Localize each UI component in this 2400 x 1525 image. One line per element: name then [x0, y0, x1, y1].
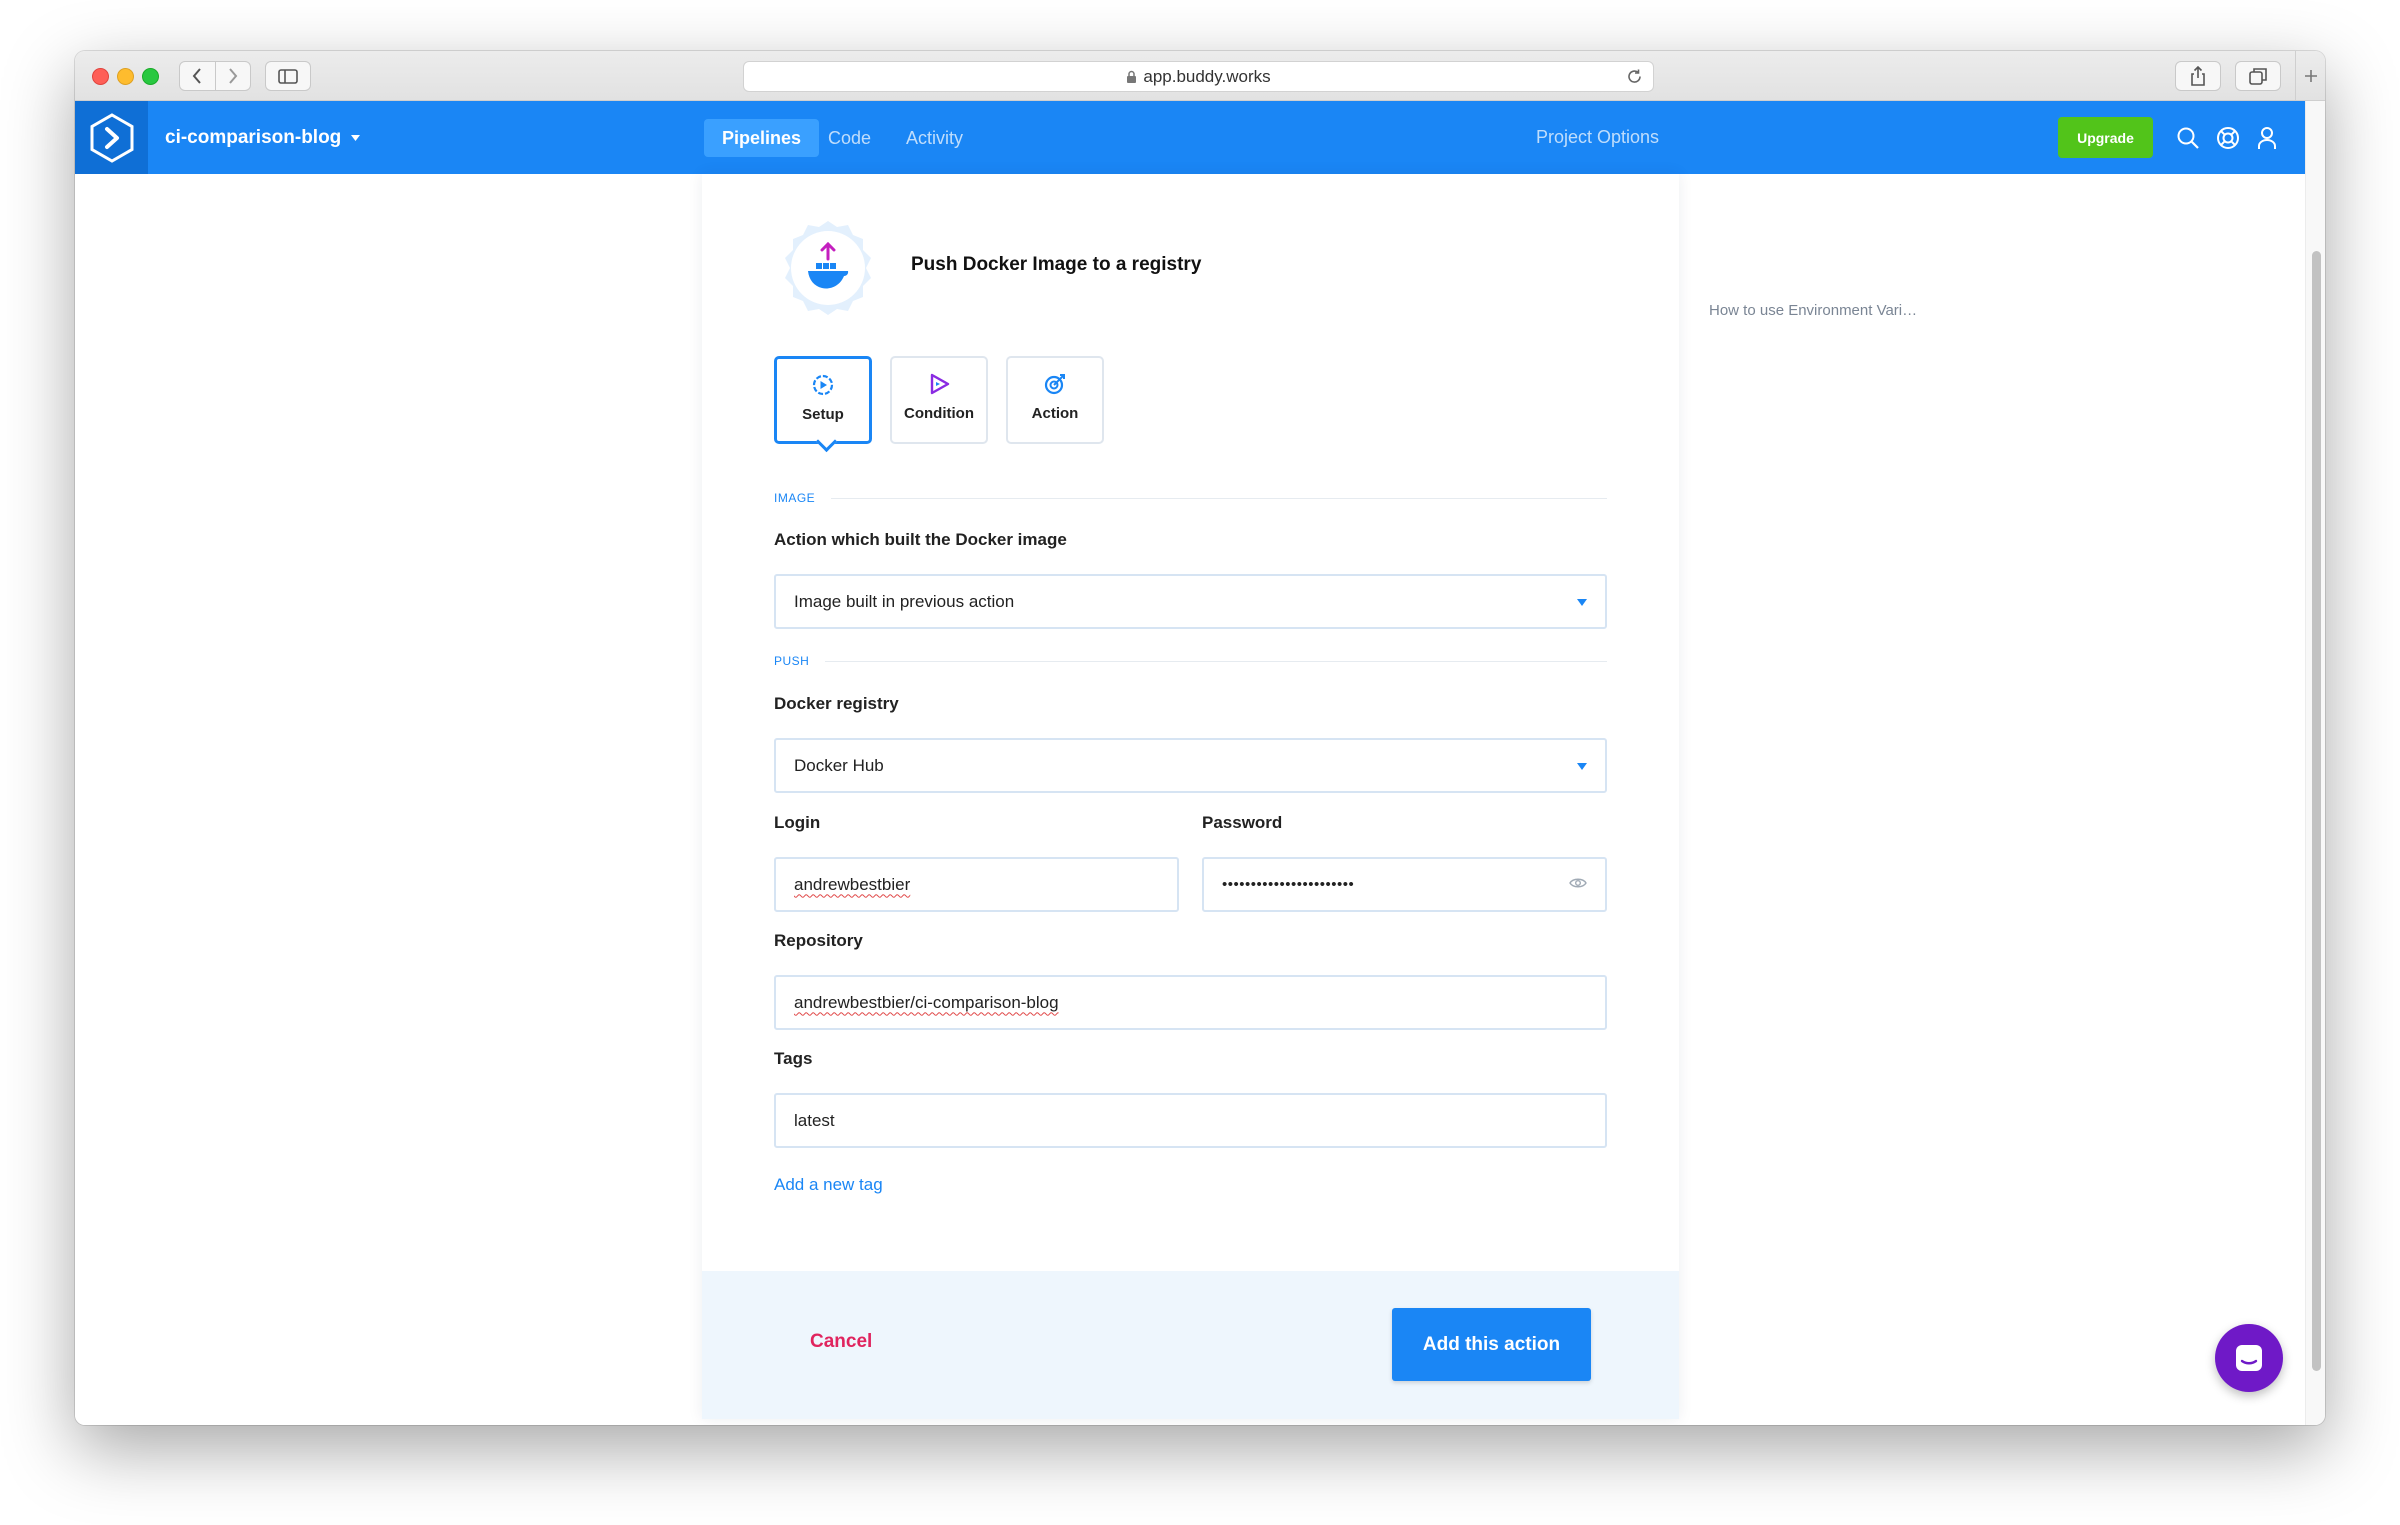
upgrade-button[interactable]: Upgrade — [2058, 117, 2153, 158]
action-title: Push Docker Image to a registry — [911, 254, 1202, 275]
password-value: ••••••••••••••••••••••• — [1222, 876, 1355, 893]
step-action-label: Action — [1031, 405, 1079, 422]
image-action-value: Image built in previous action — [794, 591, 1015, 611]
tag-value: latest — [794, 1110, 835, 1130]
address-bar[interactable]: app.buddy.works — [743, 61, 1654, 92]
project-options-link[interactable]: Project Options — [1536, 101, 1659, 174]
registry-value: Docker Hub — [794, 755, 884, 775]
step-setup-label: Setup — [802, 406, 844, 423]
repository-input[interactable]: andrewbestbier/ci-comparison-blog — [774, 975, 1607, 1030]
sidebar-icon — [278, 68, 298, 84]
buddy-logo[interactable] — [75, 101, 148, 174]
new-tab-button[interactable] — [2295, 51, 2325, 101]
condition-icon — [930, 373, 950, 395]
chevron-down-icon — [1577, 599, 1587, 606]
chat-icon — [2236, 1345, 2262, 1371]
step-condition[interactable]: Condition — [890, 356, 988, 444]
setup-icon — [812, 374, 834, 396]
chevron-down-icon — [1577, 763, 1587, 770]
tab-pipelines[interactable]: Pipelines — [704, 119, 820, 157]
search-icon — [2177, 127, 2199, 149]
share-button[interactable] — [2175, 61, 2221, 91]
add-tag-link[interactable]: Add a new tag — [774, 1175, 883, 1195]
action-form-panel: Push Docker Image to a registry Setup Co… — [702, 174, 1679, 1419]
tab-code[interactable]: Code — [810, 119, 889, 157]
url-text: app.buddy.works — [1143, 66, 1271, 86]
registry-select[interactable]: Docker Hub — [774, 738, 1607, 793]
repository-label: Repository — [774, 931, 863, 950]
step-condition-label: Condition — [904, 405, 974, 422]
reload-icon[interactable] — [1626, 68, 1643, 85]
plus-icon — [2304, 70, 2317, 82]
tags-label: Tags — [774, 1049, 813, 1068]
cancel-button[interactable]: Cancel — [810, 1331, 872, 1353]
show-tabs-button[interactable] — [2235, 61, 2281, 91]
section-push-title: PUSH — [774, 654, 810, 668]
minimize-window-button[interactable] — [117, 68, 134, 85]
zoom-window-button[interactable] — [142, 68, 159, 85]
app-header: ci-comparison-blog Pipelines Code Activi… — [75, 101, 2305, 174]
close-window-button[interactable] — [92, 68, 109, 85]
eye-icon[interactable] — [1569, 876, 1587, 890]
password-label: Password — [1202, 813, 1283, 832]
browser-titlebar: app.buddy.works — [75, 51, 2325, 101]
user-icon — [2258, 127, 2276, 149]
tabs-icon — [2249, 68, 2267, 85]
project-selector[interactable]: ci-comparison-blog — [165, 101, 361, 174]
share-icon — [2191, 66, 2205, 86]
image-action-label: Action which built the Docker image — [774, 530, 1067, 549]
form-footer: Cancel Add this action — [702, 1271, 1679, 1419]
chat-button[interactable] — [2215, 1324, 2283, 1392]
help-icon — [2217, 127, 2239, 149]
password-input[interactable]: ••••••••••••••••••••••• — [1202, 857, 1607, 912]
browser-window: app.buddy.works ci-comparison-blog Pipel… — [75, 51, 2325, 1425]
logo-icon — [90, 112, 133, 163]
tag-input[interactable]: latest — [774, 1093, 1607, 1148]
login-input[interactable]: andrewbestbier — [774, 857, 1179, 912]
help-button[interactable] — [2214, 124, 2242, 152]
sidebar-toggle-button[interactable] — [265, 61, 311, 91]
registry-label: Docker registry — [774, 694, 899, 713]
help-link-environment-variables[interactable]: How to use Environment Vari… — [1709, 302, 1917, 319]
docker-push-icon — [785, 221, 871, 315]
image-action-select[interactable]: Image built in previous action — [774, 574, 1607, 629]
step-action[interactable]: Action — [1006, 356, 1104, 444]
back-button[interactable] — [180, 62, 215, 90]
user-menu-button[interactable] — [2253, 124, 2281, 152]
step-setup[interactable]: Setup — [774, 356, 872, 444]
repository-value: andrewbestbier/ci-comparison-blog — [794, 992, 1059, 1012]
section-image-title: IMAGE — [774, 491, 816, 505]
tab-activity[interactable]: Activity — [888, 119, 981, 157]
lock-icon — [1127, 70, 1137, 83]
page-scrollbar[interactable] — [2305, 101, 2325, 1425]
add-action-button[interactable]: Add this action — [1392, 1308, 1591, 1381]
chevron-down-icon — [351, 134, 361, 141]
section-push: PUSH — [774, 654, 1607, 668]
history-nav — [179, 61, 251, 91]
action-icon — [1044, 374, 1065, 395]
login-value: andrewbestbier — [794, 874, 911, 894]
chevron-right-icon — [228, 68, 238, 84]
forward-button[interactable] — [216, 62, 251, 90]
scrollbar-thumb[interactable] — [2312, 251, 2321, 1371]
project-name: ci-comparison-blog — [165, 126, 342, 148]
main-content: Push Docker Image to a registry Setup Co… — [75, 174, 2305, 1425]
search-button[interactable] — [2174, 124, 2202, 152]
section-image: IMAGE — [774, 491, 1607, 505]
chevron-left-icon — [192, 68, 202, 84]
login-label: Login — [774, 813, 821, 832]
